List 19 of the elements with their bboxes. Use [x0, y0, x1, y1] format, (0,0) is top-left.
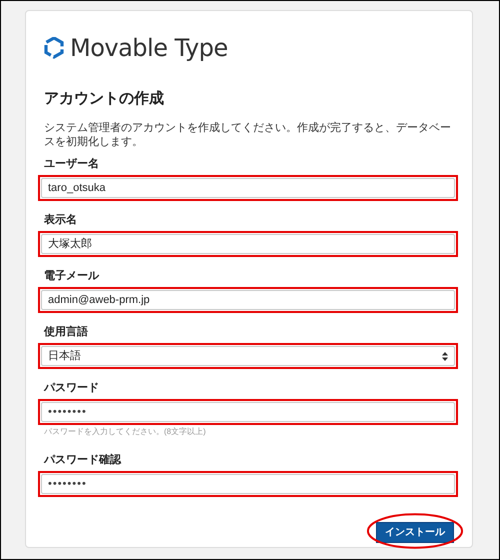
updown-icon [442, 352, 448, 360]
field-label: 表示名 [43, 213, 77, 227]
input-field[interactable]: admin@aweb-prm.jp [41, 290, 455, 310]
input-field[interactable]: taro_otsuka [41, 178, 455, 198]
page-heading: アカウントの作成 [43, 89, 165, 109]
install-button[interactable]: インストール [376, 522, 454, 543]
field-label: ユーザー名 [43, 157, 99, 171]
input-field[interactable]: 大塚太郎 [41, 234, 455, 254]
description: システム管理者のアカウントを作成してください。作成が完了すると、データベースを初期化します。 [43, 121, 452, 149]
field-hint: パスワードを入力してください。(8文字以上) [43, 426, 206, 437]
password-field[interactable]: •••••••• [41, 402, 455, 422]
language-select[interactable]: 日本語 [41, 346, 455, 366]
field-label: パスワード確認 [42, 453, 121, 467]
logo-icon [44, 37, 64, 59]
field-label: 使用言語 [42, 325, 88, 339]
field-label: 電子メール [43, 269, 99, 283]
logo-text: Movable Type [70, 33, 228, 63]
field-label: パスワード [42, 381, 99, 395]
password-field[interactable]: •••••••• [41, 474, 455, 494]
